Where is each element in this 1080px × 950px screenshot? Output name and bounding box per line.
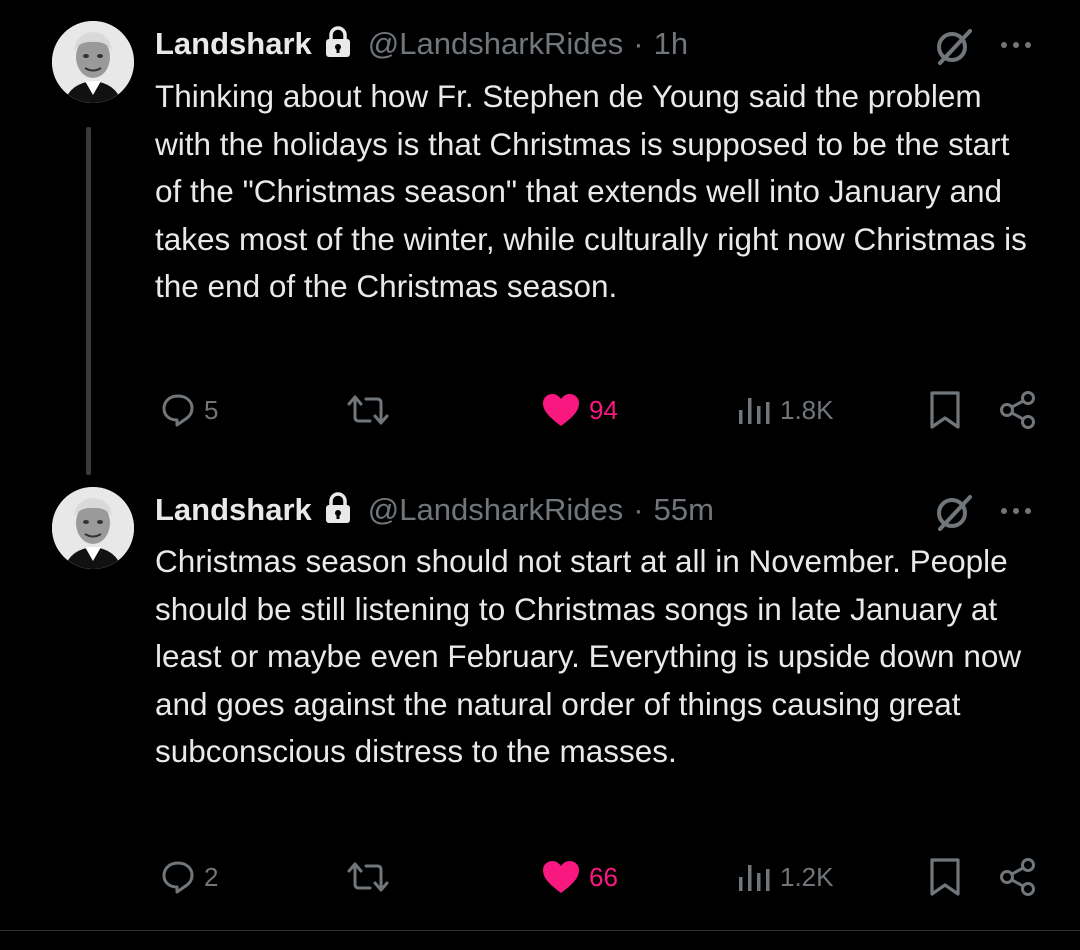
timestamp[interactable]: 55m: [654, 492, 714, 528]
tweet-text: Thinking about how Fr. Stephen de Young …: [155, 78, 1027, 304]
tweet-actions: 5 94 1.8K: [0, 385, 1080, 435]
retweet-button[interactable]: [346, 852, 390, 902]
views-button[interactable]: 1.2K: [736, 852, 834, 902]
bookmark-icon: [928, 857, 962, 897]
avatar[interactable]: [52, 487, 134, 569]
bookmark-button[interactable]: [928, 852, 962, 902]
timestamp[interactable]: 1h: [654, 26, 688, 62]
lock-icon: [324, 491, 352, 529]
author-name[interactable]: Landshark: [155, 492, 312, 528]
tweet-actions: 2 66 1.2K: [0, 852, 1080, 902]
author-name[interactable]: Landshark: [155, 26, 312, 62]
divider: [0, 930, 1080, 931]
share-button[interactable]: [998, 852, 1038, 902]
more-icon[interactable]: [996, 30, 1036, 60]
like-count: 66: [589, 861, 618, 892]
separator-dot: ·: [633, 492, 644, 527]
views-button[interactable]: 1.8K: [736, 385, 834, 435]
grok-icon[interactable]: [930, 487, 978, 535]
share-icon: [998, 390, 1038, 430]
share-icon: [998, 857, 1038, 897]
reply-icon: [160, 392, 196, 428]
reply-button[interactable]: 2: [160, 852, 218, 902]
like-button[interactable]: 94: [541, 385, 618, 435]
tweet-header: Landshark @LandsharkRides · 55m: [155, 488, 714, 532]
views-icon: [736, 859, 772, 895]
bookmark-button[interactable]: [928, 385, 962, 435]
views-count: 1.8K: [780, 394, 834, 425]
retweet-icon: [346, 393, 390, 427]
tweet-text: Christmas season should not start at all…: [155, 543, 1022, 769]
more-icon[interactable]: [996, 496, 1036, 526]
like-count: 94: [589, 394, 618, 425]
reply-button[interactable]: 5: [160, 385, 218, 435]
reply-count: 5: [204, 394, 219, 425]
reply-icon: [160, 859, 196, 895]
heart-icon: [541, 392, 581, 428]
tweet-1[interactable]: Landshark @LandsharkRides · 1h Thinking …: [0, 0, 1080, 475]
retweet-icon: [346, 860, 390, 894]
author-handle[interactable]: @LandsharkRides: [368, 26, 624, 62]
reply-count: 2: [204, 861, 219, 892]
retweet-button[interactable]: [346, 385, 390, 435]
views-icon: [736, 392, 772, 428]
separator-dot: ·: [633, 26, 644, 61]
tweet-header: Landshark @LandsharkRides · 1h: [155, 22, 688, 66]
bookmark-icon: [928, 390, 962, 430]
lock-icon: [324, 25, 352, 63]
views-count: 1.2K: [780, 861, 834, 892]
share-button[interactable]: [998, 385, 1038, 435]
author-handle[interactable]: @LandsharkRides: [368, 492, 624, 528]
tweet-2[interactable]: Landshark @LandsharkRides · 55m Christma…: [0, 475, 1080, 930]
avatar[interactable]: [52, 21, 134, 103]
grok-icon[interactable]: [930, 21, 978, 69]
like-button[interactable]: 66: [541, 852, 618, 902]
heart-icon: [541, 859, 581, 895]
